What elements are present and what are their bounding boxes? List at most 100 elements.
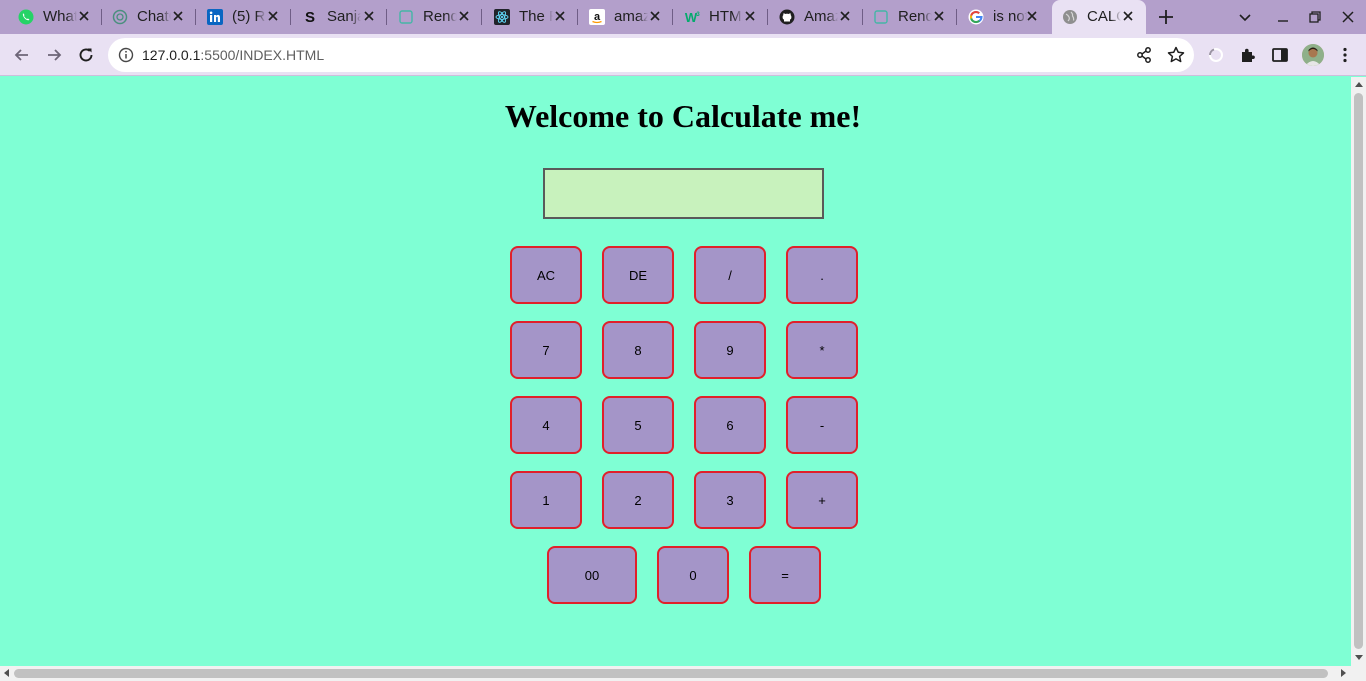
close-icon[interactable] [931,8,947,24]
forward-arrow-icon[interactable] [44,45,64,65]
clear-all-button[interactable]: AC [510,246,582,304]
digit-2-button[interactable]: 2 [602,471,674,529]
digit-4-button[interactable]: 4 [510,396,582,454]
tab-title: amazon [614,8,648,25]
digit-9-button[interactable]: 9 [694,321,766,379]
delete-button[interactable]: DE [602,246,674,304]
site-info-icon[interactable] [118,47,134,63]
browser-toolbar: 127.0.0.1:5500/INDEX.HTML [0,34,1366,76]
digit-0-button[interactable]: 0 [657,546,729,604]
tab-linkedin[interactable]: (5) RS [197,0,291,34]
extension-loading-icon[interactable] [1206,45,1226,65]
close-icon[interactable] [456,8,472,24]
tab-amazon[interactable]: a amazon [579,0,673,34]
w3-icon: W3 [684,9,700,25]
scroll-up-arrow-icon[interactable] [1355,82,1363,87]
tab-separator [481,9,482,25]
tab-sanjay[interactable]: S Sanjay [292,0,387,34]
tab-chatgpt[interactable]: ChatGPT [102,0,196,34]
close-icon[interactable] [76,8,92,24]
calculator-display-input[interactable] [543,168,824,219]
tab-github[interactable]: Amazon [769,0,863,34]
digit-3-button[interactable]: 3 [694,471,766,529]
scroll-left-arrow-icon[interactable] [4,669,9,677]
digit-1-button[interactable]: 1 [510,471,582,529]
scroll-right-arrow-icon[interactable] [1341,669,1346,677]
tab-title: Render [423,8,457,25]
digit-6-button[interactable]: 6 [694,396,766,454]
side-panel-icon[interactable] [1270,45,1290,65]
tab-title: Sanjay [327,8,361,25]
close-icon[interactable] [1120,8,1136,24]
vertical-scroll-thumb[interactable] [1354,93,1363,649]
back-arrow-icon[interactable] [12,45,32,65]
tab-html[interactable]: W3 HTML [674,0,768,34]
profile-avatar[interactable] [1302,44,1324,66]
tab-title: is not [993,8,1027,25]
close-icon[interactable] [837,8,853,24]
tab-render[interactable]: Render [388,0,482,34]
tab-title: (5) RS [232,8,266,25]
close-icon[interactable] [742,8,758,24]
digit-8-button[interactable]: 8 [602,321,674,379]
amazon-icon: a [589,9,605,25]
close-icon[interactable] [170,8,186,24]
vertical-scrollbar[interactable] [1351,77,1366,666]
tab-title: WhatsApp [43,8,77,25]
chatgpt-icon [112,9,128,25]
tab-react[interactable]: The React [484,0,578,34]
double-zero-button[interactable]: 00 [547,546,637,604]
multiply-button[interactable]: * [786,321,858,379]
github-icon [779,9,795,25]
tab-title: HTML [709,8,743,25]
digit-7-button[interactable]: 7 [510,321,582,379]
whatsapp-icon [18,9,34,25]
page-title: Welcome to Calculate me! [504,98,862,134]
globe-icon [1062,9,1078,25]
address-bar[interactable]: 127.0.0.1:5500/INDEX.HTML [108,38,1194,72]
tab-separator [767,9,768,25]
window-close-icon[interactable] [1340,9,1356,25]
close-icon[interactable] [647,8,663,24]
minimize-icon[interactable] [1275,9,1291,25]
close-icon[interactable] [1024,8,1040,24]
close-icon[interactable] [361,8,377,24]
tab-whatsapp[interactable]: WhatsApp [8,0,102,34]
tab-title: Render [898,8,932,25]
svg-text:3: 3 [696,12,700,18]
render-icon [398,9,414,25]
digit-5-button[interactable]: 5 [602,396,674,454]
svg-text:a: a [594,11,601,23]
tab-separator [577,9,578,25]
render-icon [873,9,889,25]
decimal-point-button[interactable]: . [786,246,858,304]
horizontal-scroll-thumb[interactable] [14,669,1328,678]
equals-button[interactable]: = [749,546,821,604]
svg-text:S: S [305,9,315,25]
menu-kebab-icon[interactable] [1335,45,1355,65]
close-icon[interactable] [552,8,568,24]
reload-icon[interactable] [76,45,96,65]
subtract-button[interactable]: - [786,396,858,454]
google-icon [968,9,984,25]
tab-render-2[interactable]: Render [863,0,957,34]
tab-calculator-active[interactable]: CALCULATOR [1052,0,1146,34]
extensions-puzzle-icon[interactable] [1238,45,1258,65]
divide-button[interactable]: / [694,246,766,304]
page-content: Welcome to Calculate me! AC DE / . 7 8 9… [0,77,1351,666]
tab-title: ChatGPT [137,8,171,25]
url-host: 127.0.0.1 [142,47,201,63]
bookmark-star-icon[interactable] [1166,45,1186,65]
new-tab-plus-icon[interactable] [1157,8,1175,26]
tab-separator [386,9,387,25]
tab-title: CALCULATOR [1087,8,1121,25]
close-icon[interactable] [265,8,281,24]
restore-icon[interactable] [1307,9,1323,25]
share-icon[interactable] [1134,45,1154,65]
horizontal-scrollbar[interactable] [0,666,1366,681]
s-logo-icon: S [302,9,318,25]
add-button[interactable]: + [786,471,858,529]
tab-search-chevron-down-icon[interactable] [1237,9,1253,25]
scroll-down-arrow-icon[interactable] [1355,655,1363,660]
tab-google[interactable]: is not [958,0,1050,34]
